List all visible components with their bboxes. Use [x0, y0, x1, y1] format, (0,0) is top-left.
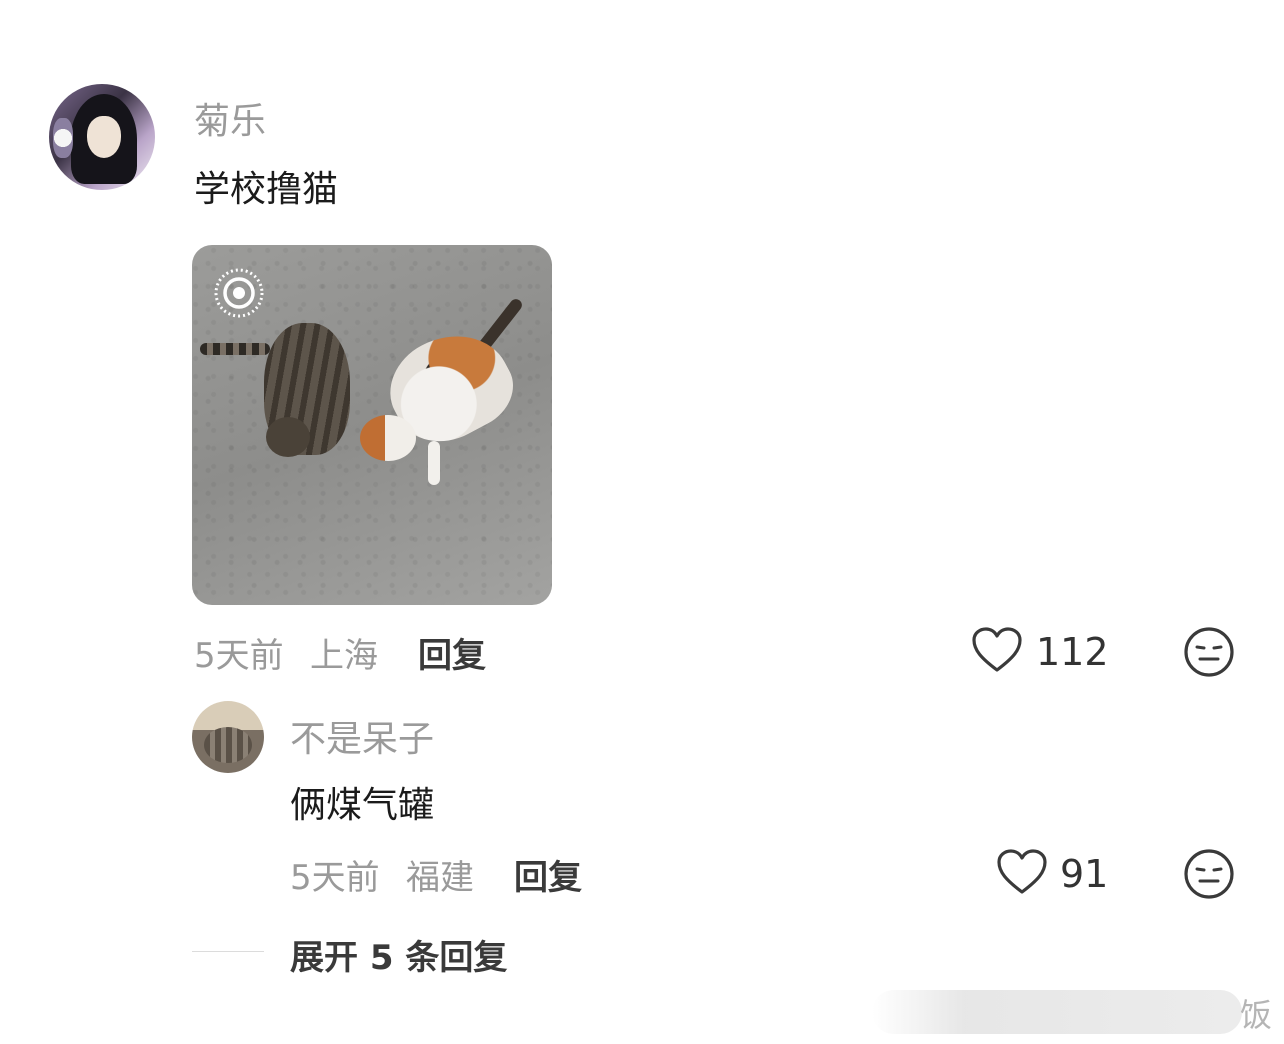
reply-reply-button[interactable]: 回复	[514, 850, 582, 899]
divider	[192, 951, 264, 952]
reply-avatar[interactable]	[192, 701, 264, 773]
avatar[interactable]	[49, 84, 155, 190]
watermark-bar	[872, 990, 1242, 1034]
live-photo-icon	[214, 268, 264, 318]
heart-outline-icon[interactable]	[996, 848, 1048, 896]
comment-text: 学校撸猫	[194, 169, 339, 210]
heart-outline-icon[interactable]	[971, 626, 1023, 674]
comment-username[interactable]: 菊乐	[194, 92, 266, 144]
comment-location: 上海	[310, 636, 378, 676]
reply-location: 福建	[406, 858, 474, 898]
like-count: 112	[1036, 630, 1109, 674]
watermark-text: 饭	[1239, 996, 1272, 1034]
meh-face-icon[interactable]	[1183, 626, 1235, 678]
reply-like-count: 91	[1060, 852, 1109, 896]
comment-time: 5天前	[194, 636, 284, 676]
comment-photo[interactable]	[192, 245, 552, 605]
reply-button[interactable]: 回复	[418, 628, 486, 677]
reply-text: 俩煤气罐	[290, 785, 435, 826]
reply-username[interactable]: 不是呆子	[290, 710, 434, 762]
reply-time: 5天前	[290, 858, 380, 898]
expand-replies-button[interactable]: 展开 5 条回复	[290, 930, 507, 979]
meh-face-icon[interactable]	[1183, 848, 1235, 900]
